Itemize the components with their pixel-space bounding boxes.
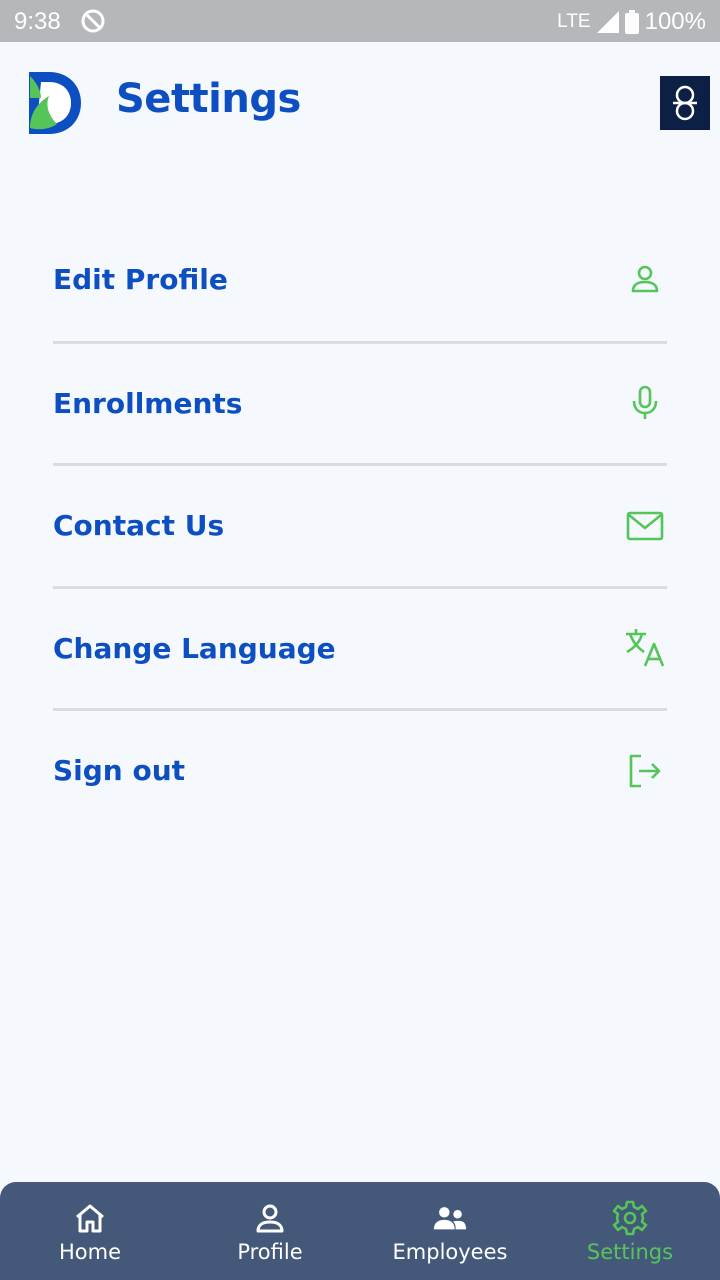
menu-item-change-language[interactable]: Change Language: [53, 585, 667, 709]
status-bar: 9:38 LTE 100%: [0, 0, 720, 42]
gear-icon: [612, 1200, 648, 1236]
translate-icon: [623, 626, 667, 670]
battery-icon: [624, 10, 639, 34]
nav-label: Profile: [237, 1240, 303, 1264]
menu-item-sign-out[interactable]: Sign out: [53, 708, 667, 831]
nav-item-home[interactable]: Home: [0, 1182, 180, 1280]
nav-item-profile[interactable]: Profile: [180, 1182, 360, 1280]
signal-icon: [596, 11, 619, 33]
menu-item-edit-profile[interactable]: Edit Profile: [53, 218, 667, 341]
nav-label: Employees: [392, 1240, 508, 1264]
nav-item-settings[interactable]: Settings: [540, 1182, 720, 1280]
home-icon: [72, 1200, 108, 1236]
person-outline-icon: [623, 257, 667, 301]
microphone-icon: [623, 381, 667, 425]
brand-logo-icon: [673, 85, 697, 121]
menu-item-label: Enrollments: [53, 386, 243, 420]
menu-item-label: Contact Us: [53, 509, 225, 543]
app-header: Settings: [0, 42, 720, 166]
page-title: Settings: [116, 76, 301, 122]
nav-label: Settings: [586, 1240, 674, 1264]
status-indicators: LTE 100%: [557, 8, 706, 36]
bottom-nav: Home Profile Employees Settings: [0, 1182, 720, 1280]
mail-icon: [623, 504, 667, 548]
menu-item-label: Edit Profile: [53, 262, 228, 296]
app-logo: [29, 72, 81, 134]
menu-item-label: Change Language: [53, 631, 336, 665]
network-type: LTE: [557, 11, 591, 32]
do-not-disturb-icon: [81, 9, 105, 33]
menu-item-contact-us[interactable]: Contact Us: [53, 463, 667, 586]
person-icon: [252, 1200, 288, 1236]
logout-icon: [623, 749, 667, 793]
brand-badge[interactable]: [660, 76, 710, 130]
battery-level: 100%: [644, 8, 706, 35]
settings-menu: Edit Profile Enrollments Contact Us Chan…: [53, 218, 667, 831]
menu-item-label: Sign out: [53, 754, 186, 788]
nav-item-employees[interactable]: Employees: [360, 1182, 540, 1280]
menu-item-enrollments[interactable]: Enrollments: [53, 340, 667, 464]
status-time: 9:38: [14, 8, 61, 35]
people-icon: [432, 1200, 468, 1236]
nav-label: Home: [58, 1240, 121, 1264]
